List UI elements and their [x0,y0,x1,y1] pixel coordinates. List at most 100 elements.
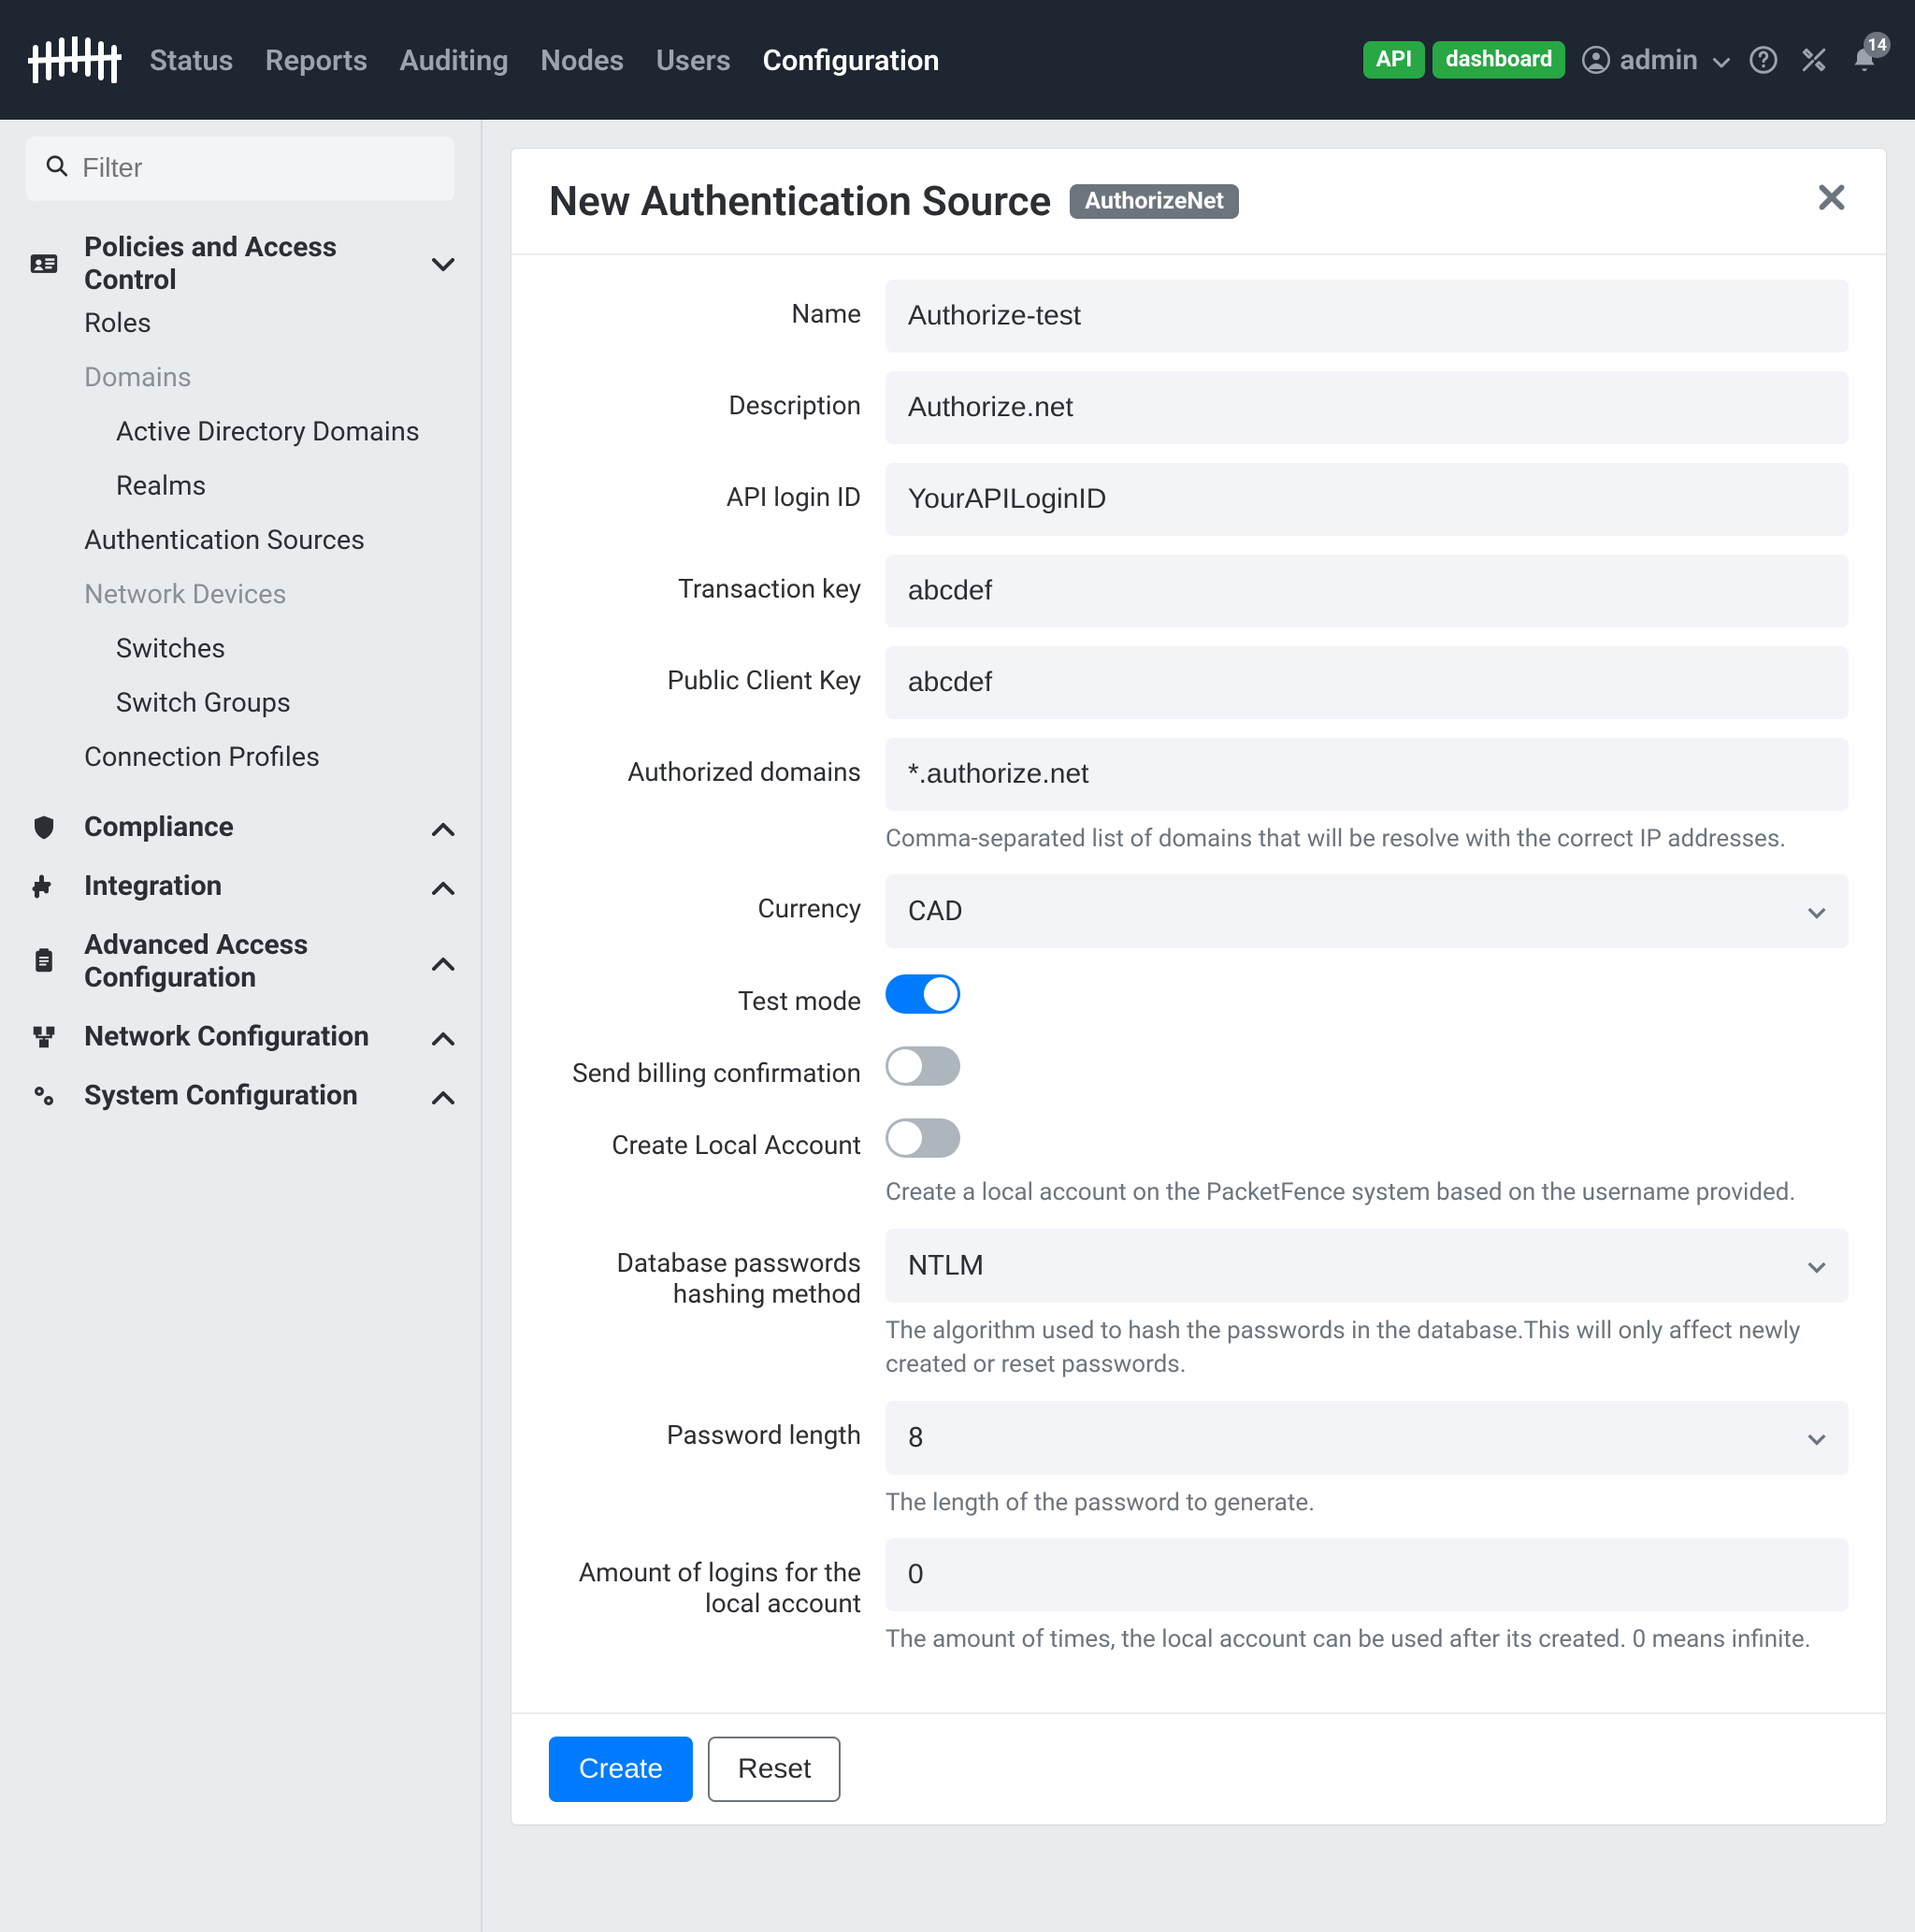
nav-status[interactable]: Status [150,43,234,78]
label-currency: Currency [549,874,886,924]
help-login-amount: The amount of times, the local account c… [886,1622,1849,1656]
input-name[interactable] [886,280,1849,353]
label-name: Name [549,280,886,329]
sidebar-link-switches[interactable]: Switches [116,622,454,676]
help-authorized-domains: Comma-separated list of domains that wil… [886,822,1849,856]
chevron-down-icon [432,248,454,281]
chevron-up-icon [432,1020,454,1053]
help-hash-method: The algorithm used to hash the passwords… [886,1314,1849,1382]
section-advanced-access[interactable]: Advanced Access Configuration [26,929,454,994]
sidebar-group-network-devices: Network Devices [84,568,454,622]
select-hash-method-value: NTLM [908,1249,984,1282]
label-test-mode: Test mode [549,967,886,1016]
input-transaction-key[interactable] [886,555,1849,627]
label-login-amount: Amount of logins for the local account [549,1538,886,1619]
topbar: Status Reports Auditing Nodes Users Conf… [0,0,1915,120]
filter-input[interactable] [26,137,454,201]
nav-configuration[interactable]: Configuration [763,43,940,78]
select-password-length-value: 8 [908,1421,924,1454]
user-name: admin [1620,44,1698,77]
pill-dashboard[interactable]: dashboard [1433,41,1565,78]
card-body: Name Description API login ID Transactio… [511,255,1886,1712]
status-pills: API dashboard [1363,41,1566,78]
main-content: New Authentication Source AuthorizeNet N… [482,120,1915,1932]
help-icon[interactable] [1747,43,1780,77]
id-card-icon [26,248,62,280]
pill-api[interactable]: API [1363,41,1426,78]
card-header: New Authentication Source AuthorizeNet [511,149,1886,255]
form-card: New Authentication Source AuthorizeNet N… [511,148,1887,1825]
shield-icon [26,814,62,842]
section-policies-label: Policies and Access Control [84,231,365,296]
nav-auditing[interactable]: Auditing [399,43,509,78]
sidebar-link-realms[interactable]: Realms [116,459,454,513]
select-currency[interactable]: CAD [886,874,1849,948]
help-create-local-account: Create a local account on the PacketFenc… [886,1175,1849,1209]
section-system-config[interactable]: System Configuration [26,1079,454,1112]
input-description[interactable] [886,371,1849,444]
user-menu[interactable]: admin [1582,44,1730,77]
caret-down-icon [1807,1249,1826,1282]
label-send-billing: Send billing confirmation [549,1039,886,1089]
input-api-login[interactable] [886,463,1849,536]
sidebar-link-auth-sources[interactable]: Authentication Sources [84,513,454,568]
nav-users[interactable]: Users [656,43,731,78]
chevron-up-icon [432,870,454,902]
caret-down-icon [1807,1421,1826,1454]
chevron-up-icon [432,945,454,978]
source-type-tag: AuthorizeNet [1070,184,1239,219]
section-compliance-label: Compliance [84,811,234,843]
label-create-local-account: Create Local Account [549,1111,886,1161]
select-password-length[interactable]: 8 [886,1401,1849,1475]
label-api-login: API login ID [549,463,886,512]
section-policies[interactable]: Policies and Access Control [26,231,454,296]
help-password-length: The length of the password to generate. [886,1486,1849,1520]
label-password-length: Password length [549,1401,886,1450]
section-advanced-access-label: Advanced Access Configuration [84,929,365,994]
sidebar-group-domains: Domains [84,351,454,405]
input-public-client-key[interactable] [886,646,1849,719]
bell-icon[interactable]: 14 [1848,43,1881,77]
close-icon[interactable] [1815,180,1849,223]
network-icon [26,1023,62,1051]
sidebar-link-ad-domains[interactable]: Active Directory Domains [116,405,454,459]
reset-button[interactable]: Reset [708,1737,841,1802]
nav-reports[interactable]: Reports [266,43,368,78]
section-compliance[interactable]: Compliance [26,811,454,843]
section-network-config[interactable]: Network Configuration [26,1020,454,1053]
label-description: Description [549,371,886,421]
select-hash-method[interactable]: NTLM [886,1229,1849,1303]
toggle-send-billing[interactable] [886,1046,960,1086]
label-hash-method: Database passwords hashing method [549,1229,886,1309]
chevron-up-icon [432,1079,454,1112]
toggle-create-local-account[interactable] [886,1118,960,1158]
logo-icon [28,36,122,83]
section-system-config-label: System Configuration [84,1079,358,1112]
user-icon [1582,46,1610,74]
sidebar-link-roles[interactable]: Roles [84,296,454,351]
nav-nodes[interactable]: Nodes [540,43,625,78]
sidebar-link-switch-groups[interactable]: Switch Groups [116,676,454,730]
input-authorized-domains[interactable] [886,738,1849,811]
tools-icon[interactable] [1797,43,1831,77]
main-nav: Status Reports Auditing Nodes Users Conf… [150,43,940,78]
gears-icon [26,1082,62,1110]
notification-badge: 14 [1864,32,1891,58]
page-title: New Authentication Source [549,177,1051,225]
section-network-config-label: Network Configuration [84,1020,369,1053]
sidebar-filter [26,137,454,201]
topbar-right: API dashboard admin 14 [1363,41,1881,78]
caret-down-icon [1807,895,1826,928]
input-login-amount[interactable] [886,1538,1849,1611]
search-icon [45,153,69,184]
clipboard-icon [26,947,62,975]
sidebar-link-connection-profiles[interactable]: Connection Profiles [84,730,454,785]
caret-down-icon [1713,44,1730,77]
label-transaction-key: Transaction key [549,555,886,604]
section-integration[interactable]: Integration [26,870,454,902]
create-button[interactable]: Create [549,1737,693,1802]
logo [28,27,122,93]
puzzle-icon [26,872,62,901]
toggle-test-mode[interactable] [886,974,960,1014]
section-integration-label: Integration [84,870,222,902]
